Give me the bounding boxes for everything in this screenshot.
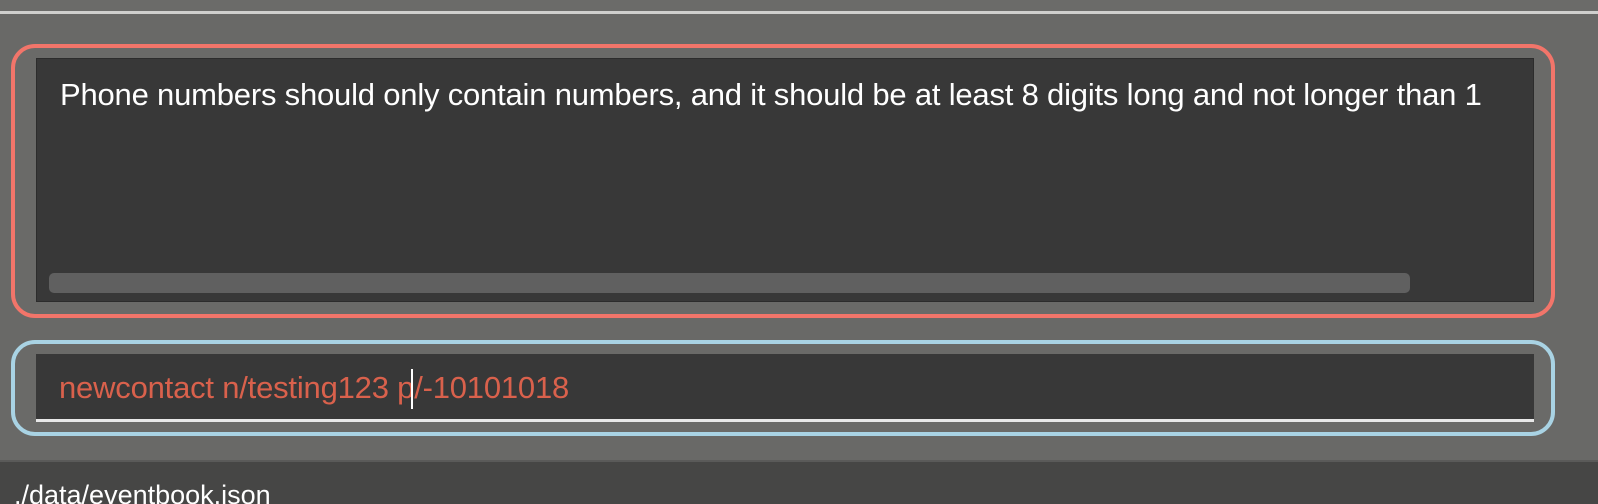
- result-display: Phone numbers should only contain number…: [36, 58, 1534, 302]
- save-location-status: ./data/eventbook.json: [14, 480, 271, 504]
- command-box[interactable]: [36, 354, 1534, 422]
- text-caret: [411, 369, 413, 409]
- status-bar-footer: ./data/eventbook.json: [0, 460, 1598, 504]
- command-input[interactable]: [59, 366, 1519, 410]
- horizontal-scrollbar-thumb[interactable]: [49, 273, 1410, 293]
- split-pane-divider[interactable]: [0, 11, 1598, 14]
- result-message: Phone numbers should only contain number…: [60, 77, 1482, 112]
- top-panel: [0, 0, 1598, 11]
